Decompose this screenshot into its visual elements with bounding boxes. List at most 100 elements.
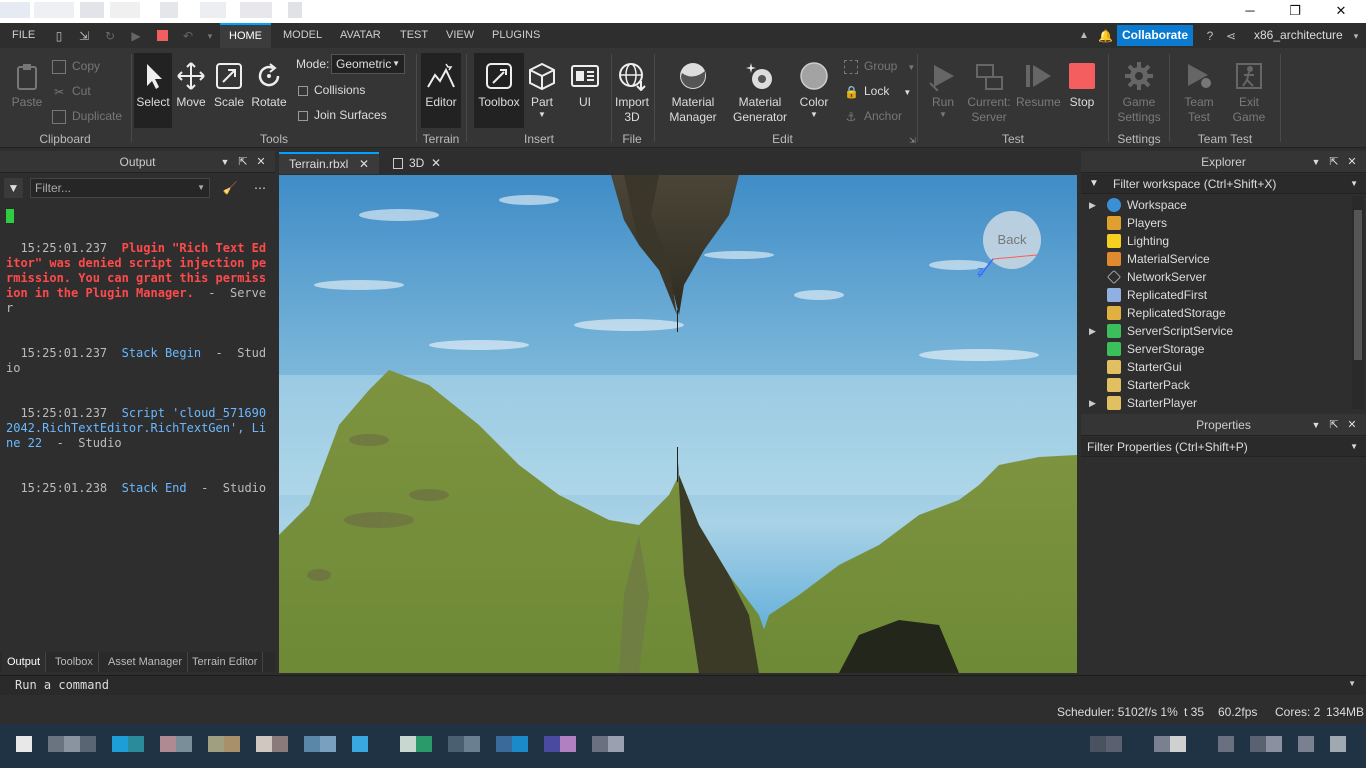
explorer-scrollbar[interactable]: [1352, 196, 1364, 409]
play-icon[interactable]: ▶: [129, 29, 143, 43]
exit-game-button[interactable]: Exit Game: [1226, 53, 1272, 128]
help-icon[interactable]: ?: [1203, 29, 1217, 43]
explorer-filter[interactable]: ▼ Filter workspace (Ctrl+Shift+X) ▼: [1081, 174, 1366, 194]
close-icon[interactable]: ✕: [1344, 151, 1360, 173]
close-icon[interactable]: ✕: [1344, 414, 1360, 436]
command-bar[interactable]: Run a command ▼: [0, 675, 1366, 695]
username-label[interactable]: x86_architecture: [1254, 23, 1343, 48]
close-icon[interactable]: ✕: [253, 151, 269, 173]
notification-bell-icon[interactable]: 🔔: [1098, 29, 1113, 43]
properties-filter[interactable]: Filter Properties (Ctrl+Shift+P) ▼: [1081, 437, 1366, 457]
explorer-item-workspace[interactable]: ▶ Workspace: [1081, 196, 1351, 214]
filter-funnel-icon[interactable]: ▼: [4, 178, 23, 198]
expand-arrow-icon[interactable]: ▶: [1089, 322, 1096, 340]
current-server-button[interactable]: Current: Server: [962, 53, 1016, 128]
explorer-item-replicatedstorage[interactable]: ReplicatedStorage: [1081, 304, 1351, 322]
tab-toolbox[interactable]: Toolbox: [50, 652, 99, 672]
expand-arrow-icon[interactable]: ▶: [1089, 394, 1096, 412]
tab-model[interactable]: MODEL: [283, 23, 322, 48]
team-test-button[interactable]: Team Test: [1176, 53, 1222, 128]
chevron-down-icon[interactable]: ▼: [1308, 414, 1324, 436]
undock-icon[interactable]: ⇱: [235, 151, 251, 173]
explorer-item-replicatedfirst[interactable]: ReplicatedFirst: [1081, 286, 1351, 304]
rotate-tool-button[interactable]: Rotate: [248, 53, 290, 128]
move-tool-button[interactable]: Move: [172, 53, 210, 128]
group-button[interactable]: Group ▼: [844, 56, 915, 76]
menu-file[interactable]: FILE: [12, 23, 35, 48]
explorer-item-serverscriptservice[interactable]: ▶ ServerScriptService: [1081, 322, 1351, 340]
more-options-icon[interactable]: ⋯: [250, 178, 270, 198]
tab-avatar[interactable]: AVATAR: [340, 23, 381, 48]
terrain-editor-button[interactable]: Editor: [421, 53, 461, 128]
customize-quick-access-icon[interactable]: ▾: [203, 29, 217, 43]
stop-button[interactable]: Stop: [1060, 53, 1104, 128]
undo-icon[interactable]: ↶: [181, 29, 195, 43]
duplicate-button[interactable]: Duplicate: [52, 106, 122, 126]
command-input[interactable]: Run a command: [15, 678, 109, 692]
edit-expand-icon[interactable]: ⇲: [909, 136, 916, 145]
minimize-button[interactable]: ─: [1227, 0, 1273, 22]
scrollbar-thumb[interactable]: [1354, 210, 1362, 360]
tab-3d[interactable]: 3D ✕: [383, 152, 447, 174]
explorer-item-materialservice[interactable]: MaterialService: [1081, 250, 1351, 268]
share-icon[interactable]: ⋖: [1224, 29, 1238, 43]
chevron-down-icon[interactable]: ▼: [1308, 151, 1324, 173]
close-window-button[interactable]: ✕: [1318, 0, 1364, 22]
anchor-button[interactable]: ⚓ Anchor: [844, 106, 902, 126]
select-tool-button[interactable]: Select: [134, 53, 172, 128]
3d-viewport[interactable]: Back Z: [279, 175, 1077, 673]
user-menu-chevron-icon[interactable]: ▾: [1349, 29, 1363, 43]
join-surfaces-toggle[interactable]: Join Surfaces: [298, 105, 387, 125]
tab-terrain-editor[interactable]: Terrain Editor: [187, 652, 264, 672]
scale-tool-button[interactable]: Scale: [210, 53, 248, 128]
toolbox-button[interactable]: Toolbox: [474, 53, 524, 128]
close-icon[interactable]: ✕: [359, 154, 369, 174]
publish-icon[interactable]: ⇲: [77, 29, 91, 43]
ui-button[interactable]: UI: [564, 53, 606, 128]
tab-terrain-rbxl[interactable]: Terrain.rbxl ✕: [279, 152, 379, 174]
explorer-item-lighting[interactable]: Lighting: [1081, 232, 1351, 250]
tab-home[interactable]: HOME: [220, 23, 271, 48]
paste-button[interactable]: Paste: [4, 53, 50, 128]
tab-plugins[interactable]: PLUGINS: [492, 23, 540, 48]
explorer-item-serverstorage[interactable]: ServerStorage: [1081, 340, 1351, 358]
close-icon[interactable]: ✕: [431, 152, 441, 174]
part-button[interactable]: Part ▼: [522, 53, 562, 128]
collisions-checkbox[interactable]: [298, 85, 308, 96]
collapse-ribbon-icon[interactable]: ▲: [1077, 29, 1091, 43]
clear-output-broom-icon[interactable]: 🧹: [220, 178, 240, 198]
run-button[interactable]: Run ▼: [922, 53, 964, 128]
undock-icon[interactable]: ⇱: [1326, 151, 1342, 173]
explorer-item-networkserver[interactable]: NetworkServer: [1081, 268, 1351, 286]
explorer-item-players[interactable]: Players: [1081, 214, 1351, 232]
chevron-down-icon[interactable]: ▼: [217, 151, 233, 173]
color-button[interactable]: Color ▼: [792, 53, 836, 128]
undock-icon[interactable]: ⇱: [1326, 414, 1342, 436]
material-generator-button[interactable]: Material Generator: [730, 53, 790, 128]
tab-asset-manager[interactable]: Asset Manager: [103, 652, 188, 672]
material-manager-button[interactable]: Material Manager: [666, 53, 720, 128]
lock-button[interactable]: 🔒 Lock ▼: [844, 81, 911, 101]
maximize-button[interactable]: ❐: [1272, 0, 1318, 22]
explorer-item-startergui[interactable]: StarterGui: [1081, 358, 1351, 376]
collisions-toggle[interactable]: Collisions: [298, 80, 365, 100]
tab-output[interactable]: Output: [2, 652, 47, 672]
stop-small-icon[interactable]: [156, 29, 170, 43]
chevron-down-icon[interactable]: ▼: [1348, 679, 1356, 688]
output-filter-input[interactable]: Filter... ▼: [30, 178, 210, 198]
collaborate-button[interactable]: Collaborate: [1117, 25, 1193, 46]
mode-dropdown[interactable]: Geometric ▼: [331, 54, 405, 74]
tab-test[interactable]: TEST: [400, 23, 428, 48]
tab-view[interactable]: VIEW: [446, 23, 474, 48]
cut-button[interactable]: ✂ Cut: [52, 81, 91, 101]
join-surfaces-checkbox[interactable]: [298, 110, 308, 121]
explorer-item-starterpack[interactable]: StarterPack: [1081, 376, 1351, 394]
resume-button[interactable]: Resume: [1016, 53, 1061, 128]
game-settings-button[interactable]: Game Settings: [1112, 53, 1166, 128]
explorer-item-starterplayer[interactable]: ▶ StarterPlayer: [1081, 394, 1351, 412]
copy-button[interactable]: Copy: [52, 56, 100, 76]
expand-arrow-icon[interactable]: ▶: [1089, 196, 1096, 214]
redo-icon[interactable]: ↻: [103, 29, 117, 43]
new-file-icon[interactable]: ▯: [52, 29, 66, 43]
import-3d-button[interactable]: Import 3D: [610, 53, 654, 128]
